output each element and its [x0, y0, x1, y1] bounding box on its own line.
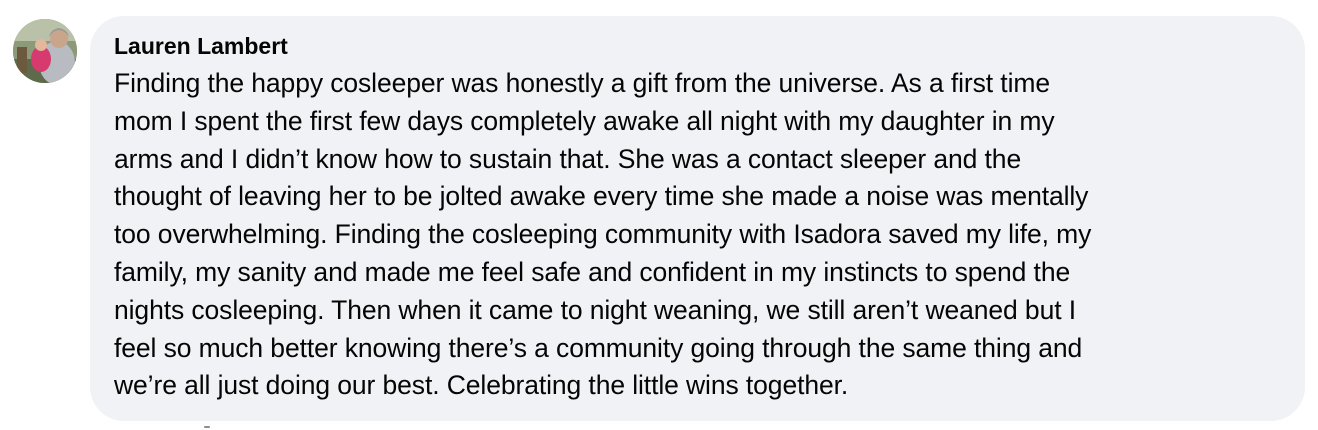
comment-author-name[interactable]: Lauren Lambert: [114, 32, 288, 60]
cropped-action-row-edge: [204, 426, 210, 428]
comment-text-line: we’re all just doing our best. Celebrati…: [114, 370, 849, 401]
comment-text-line: mom I spent the first few days completel…: [114, 105, 1055, 136]
comment-text-line: thought of leaving her to be jolted awak…: [114, 181, 1089, 212]
comment-text-line: family, my sanity and made me feel safe …: [114, 256, 1071, 287]
comment-text-line: nights cosleeping. Then when it came to …: [114, 294, 1076, 325]
comment-text-line: feel so much better knowing there’s a co…: [114, 332, 1083, 363]
comment: Lauren Lambert Finding the happy cosleep…: [0, 0, 1318, 430]
comment-text-line: Finding the happy cosleeper was honestly…: [114, 68, 1050, 98]
avatar-photo-icon: [13, 19, 77, 83]
comment-bubble: Lauren Lambert Finding the happy cosleep…: [90, 16, 1305, 421]
comment-text-line: too overwhelming. Finding the cosleeping…: [114, 219, 1092, 250]
comment-text-line: arms and I didn’t know how to sustain th…: [114, 143, 1022, 174]
user-photo-avatar[interactable]: [13, 19, 77, 83]
comment-text: Finding the happy cosleeper was honestly…: [114, 65, 1274, 405]
